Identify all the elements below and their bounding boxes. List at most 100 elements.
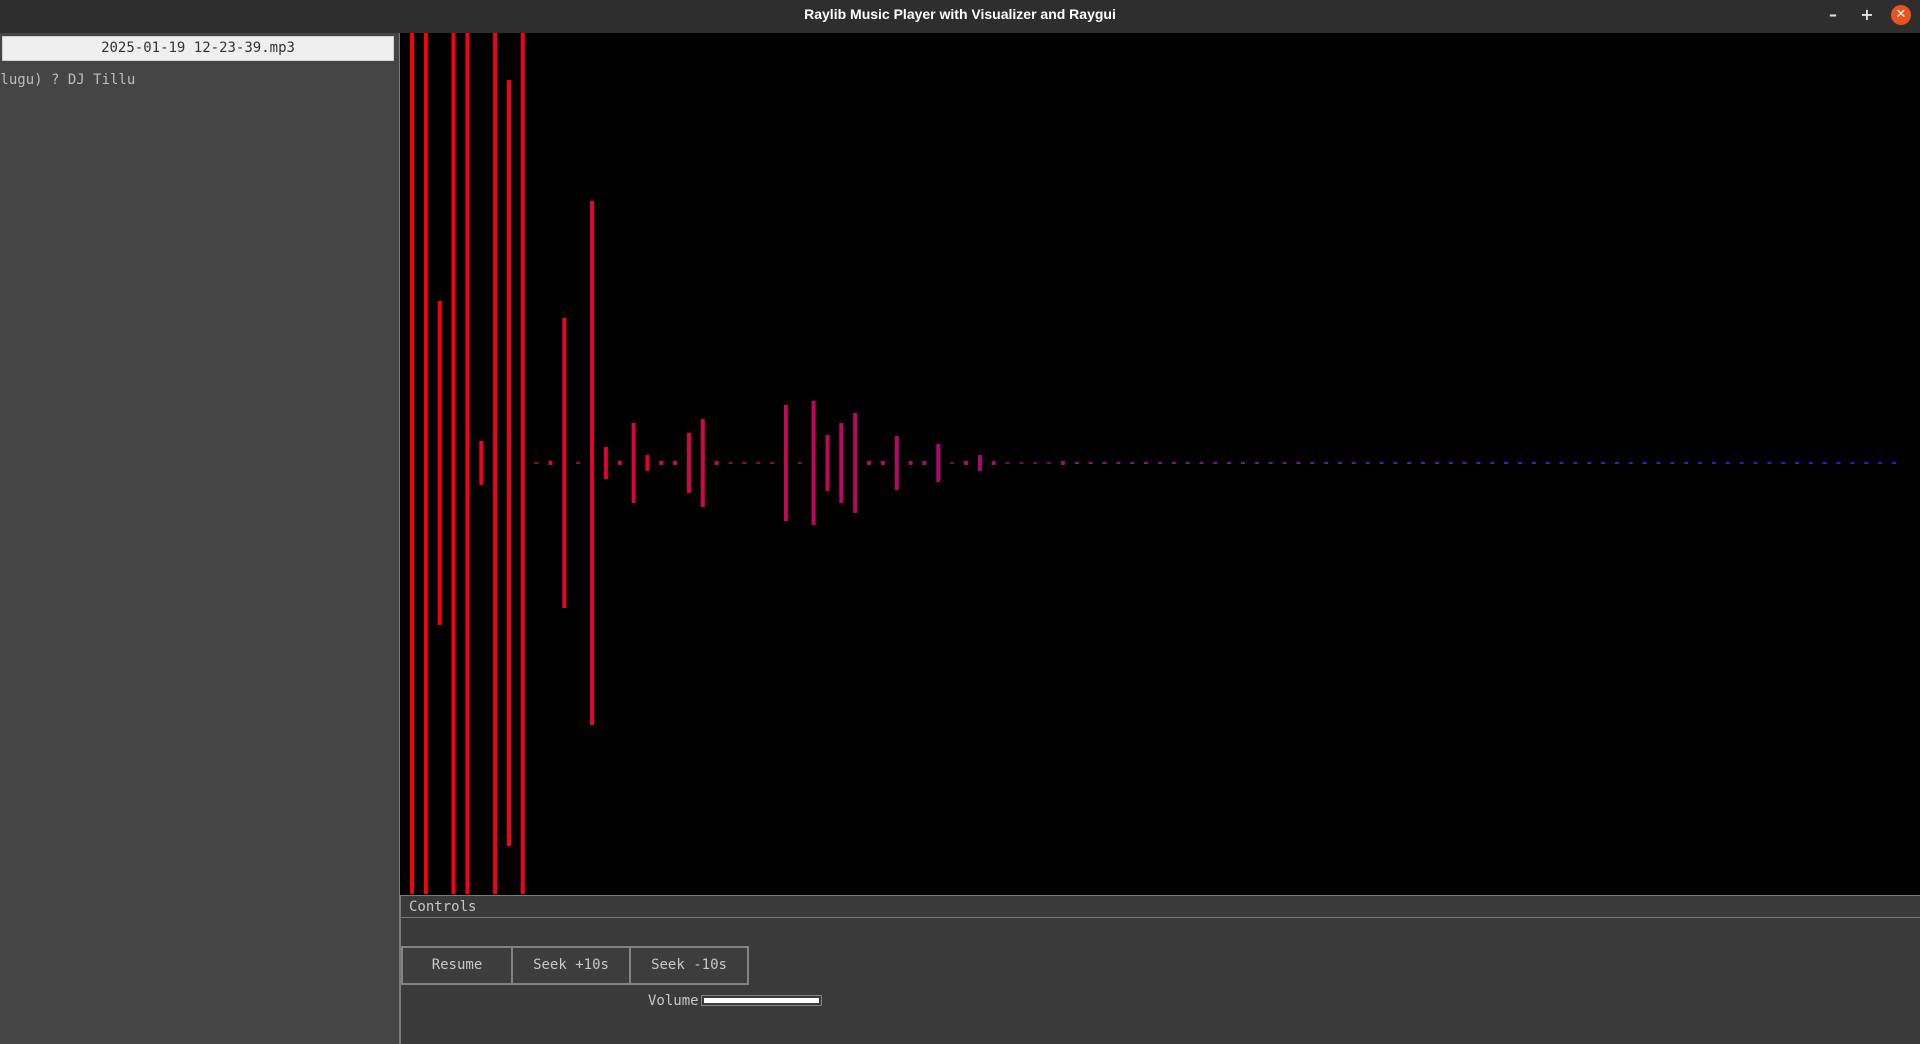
visualizer-bar	[1518, 462, 1522, 464]
controls-header: Controls	[401, 896, 1920, 918]
visualizer-bar	[991, 461, 996, 465]
visualizer-bar	[1047, 462, 1052, 464]
visualizer-bar	[1476, 462, 1481, 464]
visualizer-bar	[507, 80, 511, 846]
visualizer-bar	[1144, 462, 1148, 464]
seek-back-button[interactable]: Seek -10s	[629, 946, 749, 985]
visualizer-bar	[714, 461, 719, 465]
visualizer-bar	[1601, 462, 1606, 464]
volume-fill	[704, 998, 819, 1003]
visualizer-bar	[1670, 462, 1675, 464]
visualizer-bar	[1213, 462, 1218, 464]
visualizer-bar	[590, 201, 594, 725]
visualizer-bar	[1545, 462, 1550, 464]
window-titlebar: Raylib Music Player with Visualizer and …	[0, 0, 1920, 33]
visualizer-bar	[1060, 461, 1065, 465]
visualizer-bar	[1337, 462, 1342, 464]
visualizer-bar	[853, 413, 858, 513]
visualizer-bar	[673, 461, 678, 465]
visualizer-bar	[1365, 462, 1370, 464]
visualizer-bar	[1254, 462, 1259, 464]
visualizer-bar	[1171, 462, 1176, 464]
visualizer-bar	[1227, 462, 1232, 464]
playlist-item[interactable]: elugu) ? DJ Tillu	[0, 71, 135, 89]
visualizer-bar	[1296, 462, 1301, 464]
visualizer-bar	[1615, 462, 1619, 464]
volume-label: Volume	[648, 993, 699, 1009]
visualizer-bar	[1656, 462, 1661, 464]
visualizer-bar	[1033, 462, 1038, 464]
visualizer-bar	[1864, 462, 1869, 464]
visualizer-bar	[617, 461, 622, 465]
visualizer-bar	[756, 462, 761, 464]
visualizer-bar	[1725, 462, 1730, 464]
visualizer-bar	[1878, 462, 1883, 464]
visualizer-bar	[950, 462, 955, 464]
visualizer-bar	[1490, 462, 1495, 464]
resume-button[interactable]: Resume	[401, 946, 513, 985]
visualizer-bar	[1379, 462, 1384, 464]
visualizer-bar	[1642, 462, 1647, 464]
controls-title: Controls	[409, 899, 477, 915]
visualizer-bar	[1434, 462, 1439, 464]
visualizer-bar	[1684, 462, 1689, 464]
visualizer-bar	[908, 461, 913, 465]
visualizer-bar	[1698, 462, 1702, 464]
visualizer-bar	[867, 461, 872, 465]
visualizer-bar	[576, 462, 581, 464]
visualizer-bar	[1407, 462, 1412, 464]
visualizer-bar	[1462, 462, 1467, 464]
visualizer-bar	[1351, 462, 1356, 464]
minimize-icon[interactable]: –	[1823, 5, 1843, 25]
visualizer-bar	[977, 455, 982, 471]
visualizer-bar	[1711, 462, 1716, 464]
visualizer-bar	[1850, 462, 1855, 464]
visualizer-bar	[880, 461, 885, 465]
visualizer-bar	[1822, 462, 1827, 464]
visualizer-bar	[687, 433, 691, 493]
visualizer-bar	[1767, 462, 1772, 464]
visualizer-bar	[1005, 462, 1010, 464]
visualizer-bar	[742, 462, 747, 464]
visualizer-bar	[603, 447, 608, 479]
visualizer-canvas	[410, 33, 1896, 894]
visualizer-bar	[783, 405, 788, 521]
visualizer-bar	[1324, 462, 1329, 464]
visualizer-bar	[631, 423, 636, 503]
visualizer-bar	[465, 33, 470, 894]
current-file-header[interactable]: 2025-01-19 12-23-39.mp3	[2, 36, 394, 61]
visualizer-bar	[437, 301, 442, 625]
visualizer-bar	[1074, 462, 1079, 464]
visualizer-bar	[700, 419, 705, 507]
window-title: Raylib Music Player with Visualizer and …	[804, 6, 1116, 22]
visualizer-bar	[936, 444, 941, 482]
visualizer-bar	[1393, 462, 1398, 464]
visualizer-bar	[797, 462, 802, 464]
visualizer-bar	[1102, 462, 1107, 464]
visualizer-bar	[562, 318, 567, 608]
visualizer-bar	[811, 401, 816, 525]
visualizer-bar	[825, 435, 830, 491]
visualizer-bar	[534, 462, 539, 464]
maximize-icon[interactable]: +	[1857, 5, 1877, 25]
visualizer-bar	[451, 33, 456, 894]
visualizer-bar	[1241, 462, 1245, 464]
visualizer-bar	[1781, 462, 1786, 464]
visualizer-bar	[479, 441, 484, 485]
visualizer-bar	[1836, 462, 1841, 464]
visualizer-bar	[1587, 462, 1592, 464]
volume-slider[interactable]	[701, 995, 822, 1006]
playlist-panel: 2025-01-19 12-23-39.mp3 elugu) ? DJ Till…	[0, 33, 400, 1044]
visualizer-bar	[1628, 462, 1633, 464]
close-icon[interactable]: ✕	[1891, 5, 1911, 25]
visualizer-bar	[1892, 462, 1896, 464]
visualizer-bar	[1268, 462, 1273, 464]
visualizer-bar	[1185, 462, 1190, 464]
visualizer-bar	[1808, 462, 1813, 464]
visualizer-bar	[1116, 462, 1121, 464]
visualizer-bar	[1559, 462, 1564, 464]
visualizer-bar	[1199, 462, 1204, 464]
seek-forward-button[interactable]: Seek +10s	[511, 946, 631, 985]
visualizer-bar	[1130, 462, 1135, 464]
visualizer-bar	[894, 436, 899, 490]
